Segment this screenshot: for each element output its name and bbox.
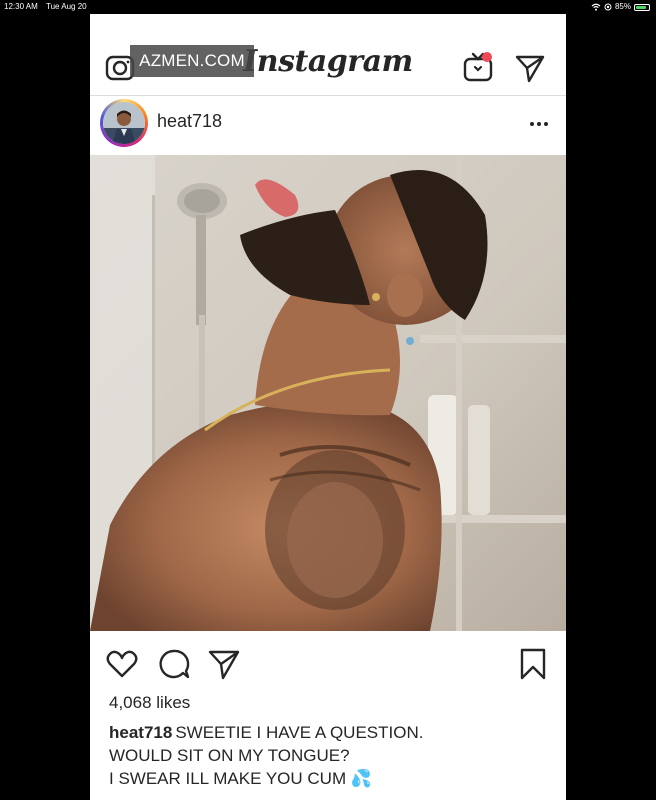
instagram-app: Instagram AZMEN.COM heat718 4,068 likes … — [90, 14, 566, 800]
caption-username[interactable]: heat718 — [109, 723, 172, 742]
ellipsis-icon[interactable] — [528, 116, 550, 132]
status-bar: 12:30 AM Tue Aug 20 85% — [0, 0, 656, 14]
post-actions — [90, 631, 566, 699]
avatar[interactable] — [103, 102, 145, 144]
avatar-image — [103, 102, 145, 144]
battery-percent: 85% — [614, 2, 631, 11]
share-icon[interactable] — [207, 647, 241, 681]
status-time: 12:30 AM — [4, 2, 38, 11]
battery-fill — [636, 5, 647, 9]
watermark: AZMEN.COM — [130, 45, 254, 77]
direct-message-icon[interactable] — [514, 52, 546, 84]
post-username[interactable]: heat718 — [157, 111, 222, 132]
likes-count[interactable]: 4,068 likes — [109, 693, 190, 713]
comment-icon[interactable] — [157, 647, 191, 681]
status-indicators: 85% — [591, 0, 650, 14]
location-icon — [604, 3, 612, 11]
wifi-icon — [591, 3, 601, 11]
notification-dot — [482, 52, 492, 62]
caption-line: I SWEAR ILL MAKE YOU CUM 💦 — [109, 769, 372, 788]
caption-line: WOULD SIT ON MY TONGUE? — [109, 746, 350, 765]
battery-icon — [634, 3, 650, 11]
caption-line: heat718 SWEETIE I HAVE A QUESTION. — [109, 721, 549, 744]
shower-photo — [90, 155, 566, 631]
caption-text: SWEETIE I HAVE A QUESTION. — [175, 723, 424, 742]
bookmark-icon[interactable] — [516, 647, 550, 681]
story-ring[interactable] — [100, 99, 148, 147]
heart-icon[interactable] — [105, 647, 139, 681]
caption: heat718 SWEETIE I HAVE A QUESTION. WOULD … — [109, 721, 549, 790]
status-date: Tue Aug 20 — [46, 2, 87, 11]
post-photo[interactable] — [90, 155, 566, 631]
post-header: heat718 — [90, 96, 566, 156]
